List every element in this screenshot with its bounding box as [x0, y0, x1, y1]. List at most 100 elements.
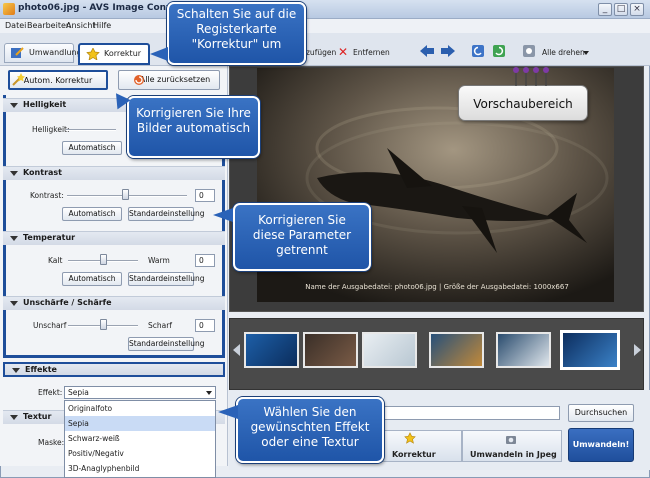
effect-option[interactable]: Schwarz-weiß	[65, 431, 215, 446]
browse-button[interactable]: Durchsuchen	[568, 404, 634, 422]
callout-tab-pointer	[150, 47, 168, 61]
section-temperature-title: Temperatur	[23, 233, 76, 242]
callout-effect-pointer	[218, 405, 238, 419]
menu-help[interactable]: Hilfe	[93, 21, 111, 30]
star-icon	[404, 432, 416, 444]
thumbnail[interactable]	[496, 332, 551, 368]
chevron-down-icon	[583, 51, 589, 55]
close-button[interactable]: ×	[630, 3, 644, 16]
collapse-icon	[12, 368, 20, 373]
rotate-all-icon	[523, 45, 535, 57]
convert-button[interactable]: Umwandeln!	[568, 428, 634, 462]
thumbnail[interactable]	[303, 332, 358, 368]
star-icon	[86, 48, 100, 60]
callout-preview: Vorschaubereich	[458, 85, 588, 121]
reset-icon	[134, 75, 144, 85]
minimize-button[interactable]: _	[598, 3, 612, 16]
collapse-icon	[10, 171, 18, 176]
app-icon	[3, 3, 15, 15]
section-temperature[interactable]: Temperatur	[3, 231, 225, 245]
menu-edit[interactable]: Bearbeiten	[27, 21, 71, 30]
sharpness-default-button[interactable]: Standardeinstellung	[128, 337, 204, 351]
effect-label: Effekt:	[38, 388, 63, 397]
menu-view[interactable]: Ansicht	[66, 21, 96, 30]
rotate-all-button[interactable]: Alle drehen	[542, 48, 585, 57]
temperature-cold-label: Kalt	[48, 256, 63, 265]
menu-file[interactable]: Datei	[5, 21, 26, 30]
brightness-label: Helligkeit:	[32, 125, 70, 134]
temperature-value[interactable]: 0	[195, 254, 215, 267]
section-contrast-title: Kontrast	[23, 168, 63, 177]
maximize-button[interactable]: □	[614, 3, 628, 16]
effect-option[interactable]: Sepia	[65, 416, 215, 431]
effect-dropdown-list: Originalfoto Sepia Schwarz-weiß Positiv/…	[64, 400, 216, 478]
brightness-slider[interactable]	[66, 129, 116, 131]
convert-icon	[11, 47, 24, 58]
section-effects[interactable]: Effekte	[3, 362, 225, 377]
tab-conversion[interactable]: Umwandlung	[4, 43, 82, 63]
effect-select[interactable]: Sepia	[64, 386, 216, 399]
remove-icon: ✕	[338, 45, 349, 59]
params-highlight-bottom	[3, 355, 225, 358]
pin-icon	[513, 67, 549, 86]
thumbnail[interactable]	[362, 332, 417, 368]
contrast-default-button[interactable]: Standardeinstellung	[128, 207, 204, 221]
thumbnail[interactable]	[244, 332, 299, 368]
effect-option[interactable]: Originalfoto	[65, 401, 215, 416]
thumbnail-selected[interactable]	[560, 330, 620, 370]
callout-params: Korrigieren Sie diese Parameter getrennt	[233, 203, 371, 271]
rotate-right-icon[interactable]	[492, 44, 506, 58]
section-texture-title: Textur	[23, 412, 52, 421]
section-brightness-title: Helligkeit	[23, 100, 67, 109]
remove-button[interactable]: Entfernen	[353, 48, 390, 57]
callout-effect: Wählen Sie den gewünschten Effekt oder e…	[236, 397, 384, 463]
callout-params-pointer	[213, 208, 233, 222]
temperature-warm-label: Warm	[148, 256, 170, 265]
add-button[interactable]: zufügen	[306, 48, 336, 57]
callout-preview-pins	[510, 66, 554, 86]
tab-conversion-label: Umwandlung	[29, 48, 82, 57]
camera-icon	[506, 436, 516, 444]
arrow-right-icon[interactable]	[441, 45, 455, 57]
effect-selected-value: Sepia	[68, 388, 89, 397]
collapse-icon	[10, 236, 18, 241]
brightness-auto-button[interactable]: Automatisch	[62, 141, 122, 155]
contrast-slider-thumb[interactable]	[122, 189, 129, 200]
arrow-left-icon[interactable]	[420, 45, 434, 57]
temperature-slider-thumb[interactable]	[100, 254, 107, 265]
tab-correction-label: Korrektur	[104, 49, 142, 58]
sharpness-unsharp-label: Unscharf	[33, 321, 67, 330]
section-sharpness-title: Unschärfe / Schärfe	[23, 298, 112, 307]
magic-wand-icon	[12, 73, 25, 86]
section-contrast[interactable]: Kontrast	[3, 166, 225, 180]
tab-correction[interactable]: Korrektur	[78, 43, 150, 65]
scroll-left-icon[interactable]	[233, 344, 240, 356]
step-convert-label: Umwandeln in Jpeg	[470, 450, 557, 459]
effect-option[interactable]: 3D-Anaglyphenbild	[65, 461, 215, 476]
preview-caption: Name der Ausgabedatei: photo06.jpg | Grö…	[305, 283, 569, 291]
menu-bar: Datei Bearbeiten Ansicht Hilfe	[0, 19, 650, 33]
chevron-down-icon	[206, 391, 212, 395]
sharpness-slider-thumb[interactable]	[100, 319, 107, 330]
callout-auto: Korrigieren Sie Ihre Bilder automatisch	[127, 96, 260, 158]
temperature-default-button[interactable]: Standardeinstellung	[128, 272, 204, 286]
sharpness-sharp-label: Scharf	[148, 321, 172, 330]
title-bar: photo06.jpg - AVS Image Converter _ □ ×	[0, 0, 650, 19]
scroll-right-icon[interactable]	[634, 344, 641, 356]
contrast-label: Kontrast:	[30, 191, 64, 200]
sharpness-value[interactable]: 0	[195, 319, 215, 332]
contrast-value[interactable]: 0	[195, 189, 215, 202]
thumbnail[interactable]	[429, 332, 484, 368]
callout-tab: Schalten Sie auf die Registerkarte "Korr…	[167, 2, 306, 65]
collapse-icon	[10, 415, 18, 420]
auto-correct-label: Autom. Korrektur	[23, 76, 93, 85]
collapse-icon	[10, 103, 18, 108]
params-highlight-left	[3, 95, 6, 357]
temperature-auto-button[interactable]: Automatisch	[62, 272, 122, 286]
effect-option[interactable]: Positiv/Negativ	[65, 446, 215, 461]
section-sharpness[interactable]: Unschärfe / Schärfe	[3, 296, 225, 310]
step-correction-label: Korrektur	[392, 450, 436, 459]
output-path-field[interactable]	[380, 406, 560, 420]
contrast-auto-button[interactable]: Automatisch	[62, 207, 122, 221]
rotate-left-icon[interactable]	[471, 44, 485, 58]
